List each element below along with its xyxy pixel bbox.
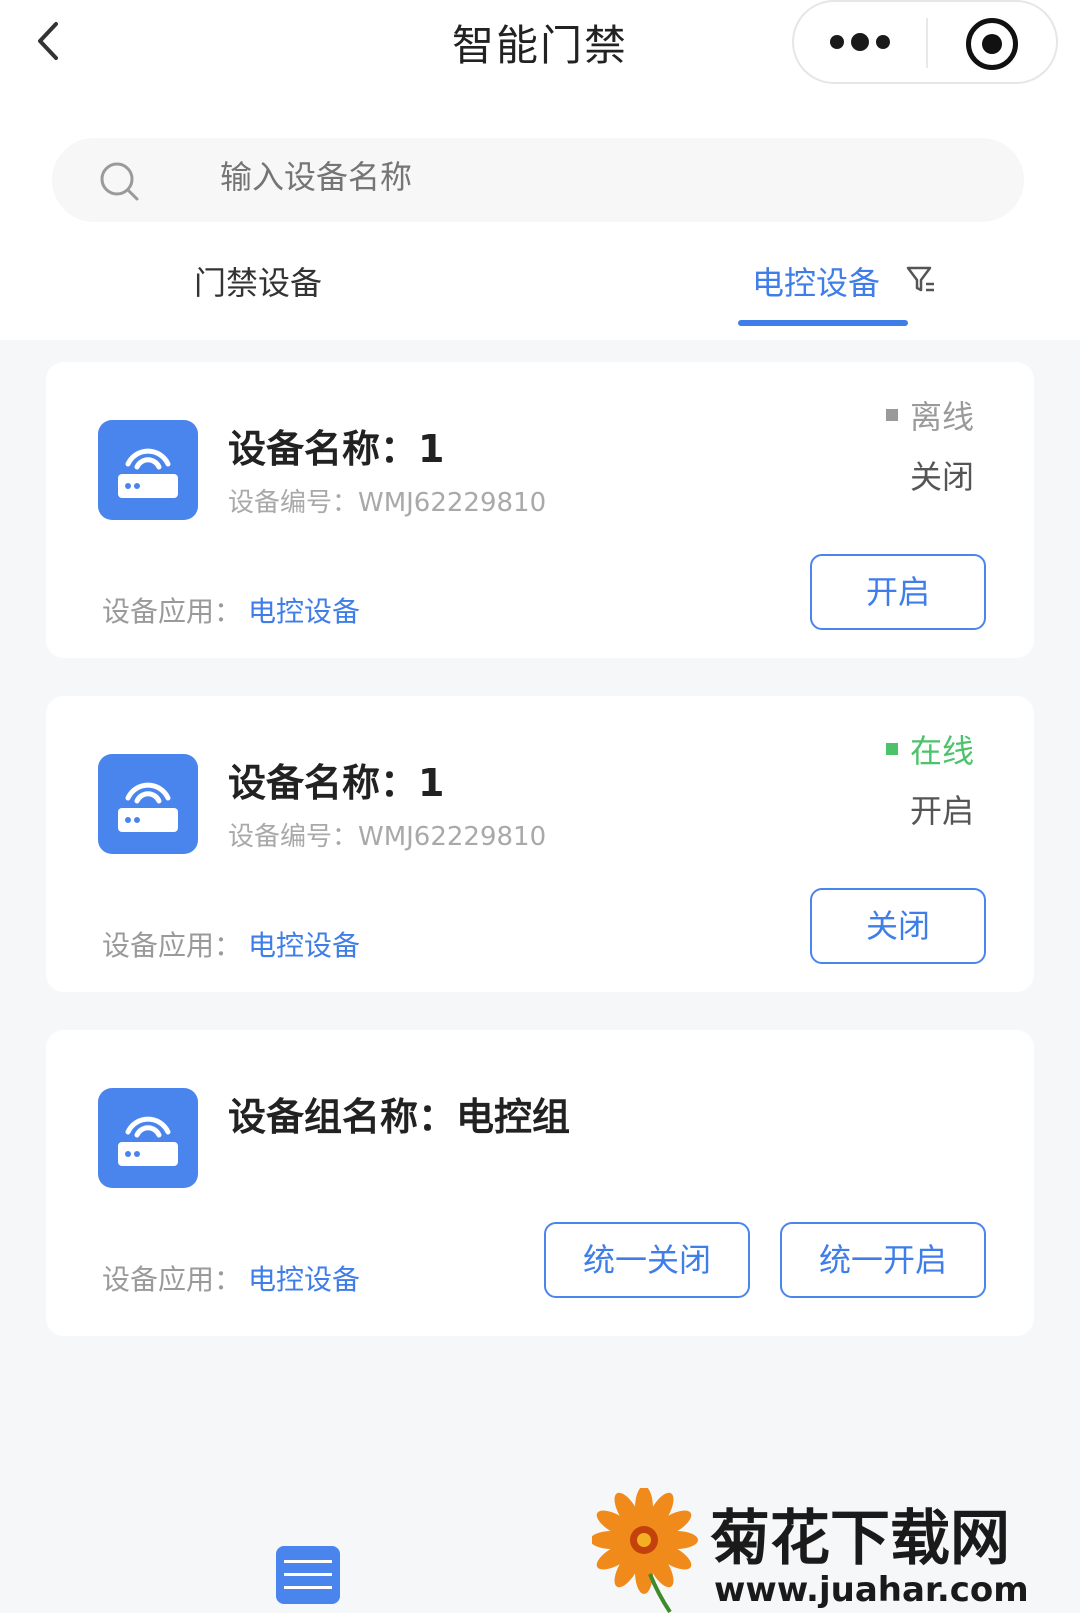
open-all-button[interactable]: 统一开启 bbox=[780, 1222, 986, 1298]
application-label: 设备应用： bbox=[102, 1263, 243, 1296]
mini-program-capsule bbox=[792, 0, 1058, 84]
watermark-url: www.juahar.com bbox=[714, 1570, 1029, 1610]
device-name: 设备名称：1 bbox=[228, 761, 445, 805]
device-card[interactable]: 设备名称：1 设备编号：WMJ62229810 离线 关闭 设备应用： 电控设备 … bbox=[46, 362, 1034, 658]
application-value: 电控设备 bbox=[248, 929, 361, 962]
device-application: 设备应用： 电控设备 bbox=[102, 924, 360, 964]
device-card[interactable]: 设备名称：1 设备编号：WMJ62229810 在线 开启 设备应用： 电控设备 … bbox=[46, 696, 1034, 992]
status-text: 在线 bbox=[909, 732, 974, 770]
search-input[interactable] bbox=[220, 158, 920, 196]
status-text: 离线 bbox=[909, 398, 974, 436]
device-application: 设备应用： 电控设备 bbox=[102, 590, 360, 630]
application-label: 设备应用： bbox=[102, 595, 243, 628]
close-button[interactable]: 关闭 bbox=[810, 888, 986, 964]
status-dot bbox=[885, 409, 898, 421]
watermark-title: 菊花下载网 bbox=[710, 1504, 1010, 1574]
switch-state: 开启 bbox=[909, 792, 974, 830]
application-value: 电控设备 bbox=[248, 1263, 361, 1296]
application-value: 电控设备 bbox=[248, 595, 361, 628]
close-all-button[interactable]: 统一关闭 bbox=[544, 1222, 750, 1298]
device-code: 设备编号：WMJ62229810 bbox=[228, 822, 547, 852]
device-application: 设备应用： 电控设备 bbox=[102, 1258, 360, 1298]
header-area: 智能门禁 门禁设备 电控设备 bbox=[0, 0, 1080, 340]
group-name: 设备组名称：电控组 bbox=[228, 1095, 571, 1139]
more-icon[interactable] bbox=[830, 32, 894, 52]
status-badge: 离线 bbox=[885, 392, 974, 438]
navigation-bar: 智能门禁 bbox=[0, 0, 1080, 90]
device-group-card[interactable]: 设备组名称：电控组 设备应用： 电控设备 统一关闭 统一开启 bbox=[46, 1030, 1034, 1336]
router-icon bbox=[98, 754, 198, 854]
status-dot bbox=[885, 743, 898, 755]
filter-icon[interactable] bbox=[904, 262, 938, 296]
device-name: 设备名称：1 bbox=[228, 427, 445, 471]
router-icon bbox=[98, 420, 198, 520]
device-code: 设备编号：WMJ62229810 bbox=[228, 488, 547, 518]
tab-bar: 门禁设备 电控设备 bbox=[0, 240, 1080, 340]
tab-access-devices[interactable]: 门禁设备 bbox=[194, 258, 322, 304]
active-tab-indicator bbox=[738, 320, 908, 326]
search-icon bbox=[98, 160, 140, 202]
search-bar[interactable] bbox=[52, 138, 1024, 222]
open-button[interactable]: 开启 bbox=[810, 554, 986, 630]
status-badge: 在线 bbox=[885, 726, 974, 772]
application-label: 设备应用： bbox=[102, 929, 243, 962]
watermark: 菊花下载网 www.juahar.com bbox=[590, 1486, 1080, 1613]
capsule-divider bbox=[926, 18, 928, 68]
router-icon bbox=[98, 1088, 198, 1188]
list-icon[interactable] bbox=[276, 1546, 340, 1604]
switch-state: 关闭 bbox=[909, 458, 974, 496]
tab-electric-devices[interactable]: 电控设备 bbox=[752, 258, 880, 304]
flower-logo-icon bbox=[590, 1486, 704, 1613]
close-target-icon[interactable] bbox=[966, 18, 1018, 70]
